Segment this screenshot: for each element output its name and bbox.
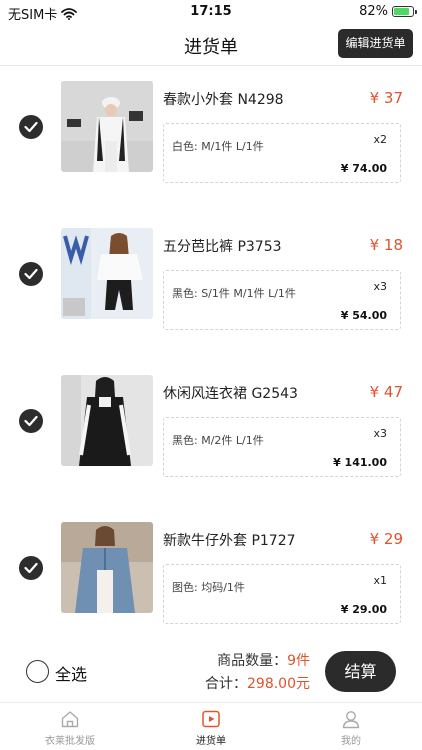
item-spec: 黑色: S/1件 M/1件 L/1件: [172, 287, 296, 300]
item-detail[interactable]: 白色: M/1件 L/1件 x2 ¥ 74.00: [163, 123, 401, 183]
status-right: 82%: [359, 4, 417, 19]
item-subtotal: ¥ 29.00: [340, 603, 387, 616]
checkmark-icon: [24, 562, 38, 574]
cart-item: 新款牛仔外套 P1727 ¥ 29 图色: 均码/1件 x1 ¥ 29.00: [0, 522, 422, 642]
item-quantity: x3: [373, 280, 387, 293]
item-subtotal: ¥ 54.00: [340, 309, 387, 322]
tab-cart[interactable]: 进货单: [161, 709, 261, 747]
cart-item: 五分芭比裤 P3753 ¥ 18 黑色: S/1件 M/1件 L/1件 x3 ¥…: [0, 228, 422, 348]
product-image[interactable]: [61, 228, 153, 319]
product-image[interactable]: [61, 522, 153, 613]
item-price: ¥ 47: [369, 383, 403, 401]
home-icon: [61, 711, 79, 728]
battery-fill: [394, 8, 409, 15]
checkmark-icon: [24, 121, 38, 133]
order-total-label: 合计：: [205, 676, 247, 692]
checkmark-icon: [24, 415, 38, 427]
item-spec: 图色: 均码/1件: [172, 581, 245, 594]
cart-item: 春款小外套 N4298 ¥ 37 白色: M/1件 L/1件 x2 ¥ 74.0…: [0, 81, 422, 201]
user-icon: [342, 711, 360, 729]
item-checkbox[interactable]: [19, 556, 43, 580]
item-price: ¥ 18: [369, 236, 403, 254]
product-image[interactable]: [61, 81, 153, 172]
item-detail[interactable]: 图色: 均码/1件 x1 ¥ 29.00: [163, 564, 401, 624]
item-price: ¥ 37: [369, 89, 403, 107]
item-detail[interactable]: 黑色: M/2件 L/1件 x3 ¥ 141.00: [163, 417, 401, 477]
edit-cart-button[interactable]: 编辑进货单: [338, 29, 413, 58]
item-count: 商品数量：9件: [217, 650, 310, 670]
item-count-value: 9件: [287, 653, 310, 669]
item-spec: 白色: M/1件 L/1件: [172, 140, 264, 153]
item-count-label: 商品数量：: [217, 653, 288, 669]
item-checkbox[interactable]: [19, 262, 43, 286]
item-quantity: x3: [373, 427, 387, 440]
checkout-bar: 全选 商品数量：9件 合计：298.00元 结算: [0, 640, 422, 702]
tab-home[interactable]: 衣莱批发版: [20, 709, 120, 747]
order-total-value: 298.00元: [247, 676, 310, 692]
nav-bar: 进货单 编辑进货单: [0, 24, 422, 66]
checkout-button[interactable]: 结算: [325, 651, 396, 692]
item-checkbox[interactable]: [19, 409, 43, 433]
tab-profile-label: 我的: [341, 736, 361, 747]
item-quantity: x2: [373, 133, 387, 146]
checkmark-icon: [24, 268, 38, 280]
cart-item: 休闲风连衣裙 G2543 ¥ 47 黑色: M/2件 L/1件 x3 ¥ 141…: [0, 375, 422, 495]
tab-bar: 衣莱批发版 进货单 我的: [0, 702, 422, 750]
item-name[interactable]: 新款牛仔外套 P1727: [163, 530, 296, 550]
item-quantity: x1: [373, 574, 387, 587]
product-image[interactable]: [61, 375, 153, 466]
order-total: 合计：298.00元: [205, 673, 310, 693]
select-all-checkbox[interactable]: [26, 660, 49, 683]
item-name[interactable]: 五分芭比裤 P3753: [163, 236, 282, 256]
tab-profile[interactable]: 我的: [301, 709, 401, 747]
item-spec: 黑色: M/2件 L/1件: [172, 434, 264, 447]
item-detail[interactable]: 黑色: S/1件 M/1件 L/1件 x3 ¥ 54.00: [163, 270, 401, 330]
select-all-label[interactable]: 全选: [55, 661, 87, 685]
tab-home-label: 衣莱批发版: [45, 736, 95, 747]
item-price: ¥ 29: [369, 530, 403, 548]
tab-cart-label: 进货单: [196, 736, 226, 747]
item-subtotal: ¥ 74.00: [340, 162, 387, 175]
status-bar: 无SIM卡 17:15 82%: [0, 0, 422, 24]
battery-percent: 82%: [359, 4, 388, 19]
item-name[interactable]: 春款小外套 N4298: [163, 89, 284, 109]
play-icon: [202, 710, 220, 728]
battery-icon: [392, 6, 417, 17]
item-checkbox[interactable]: [19, 115, 43, 139]
item-subtotal: ¥ 141.00: [333, 456, 387, 469]
item-name[interactable]: 休闲风连衣裙 G2543: [163, 383, 298, 403]
